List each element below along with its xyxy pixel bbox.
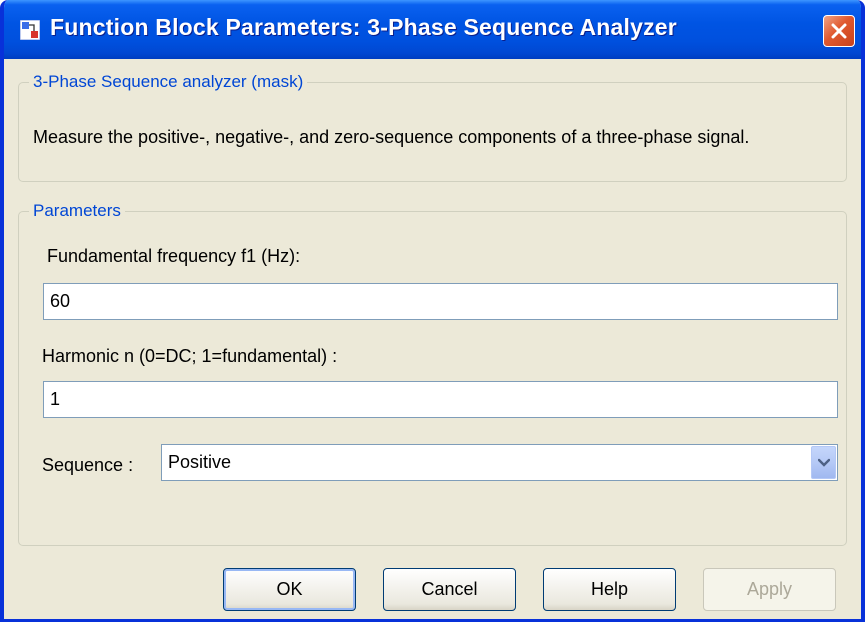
ok-button[interactable]: OK: [223, 568, 356, 611]
dropdown-arrow-button[interactable]: [811, 446, 836, 479]
window-title: Function Block Parameters: 3-Phase Seque…: [50, 14, 677, 40]
frequency-label: Fundamental frequency f1 (Hz):: [47, 246, 301, 266]
dialog-window: Function Block Parameters: 3-Phase Seque…: [0, 0, 865, 622]
frequency-field[interactable]: 60: [43, 283, 838, 320]
close-button[interactable]: [823, 15, 855, 47]
sequence-label: Sequence :: [42, 455, 134, 475]
harmonic-field[interactable]: 1: [43, 381, 838, 418]
close-icon: [831, 23, 847, 39]
chevron-down-icon: [818, 458, 830, 467]
title-bar[interactable]: Function Block Parameters: 3-Phase Seque…: [4, 0, 861, 59]
simulink-block-icon: [19, 19, 41, 41]
parameters-legend: Parameters: [29, 201, 125, 221]
mask-group: 3-Phase Sequence analyzer (mask) Measure…: [18, 72, 847, 182]
mask-description: Measure the positive-, negative-, and ze…: [33, 127, 750, 147]
help-button[interactable]: Help: [543, 568, 676, 611]
sequence-dropdown[interactable]: Positive: [161, 444, 838, 481]
harmonic-label: Harmonic n (0=DC; 1=fundamental) :: [42, 346, 338, 366]
parameters-group: Parameters Fundamental frequency f1 (Hz)…: [18, 201, 847, 546]
sequence-value: Positive: [168, 452, 232, 472]
cancel-button[interactable]: Cancel: [383, 568, 516, 611]
apply-button[interactable]: Apply: [703, 568, 836, 611]
mask-legend: 3-Phase Sequence analyzer (mask): [29, 72, 308, 92]
